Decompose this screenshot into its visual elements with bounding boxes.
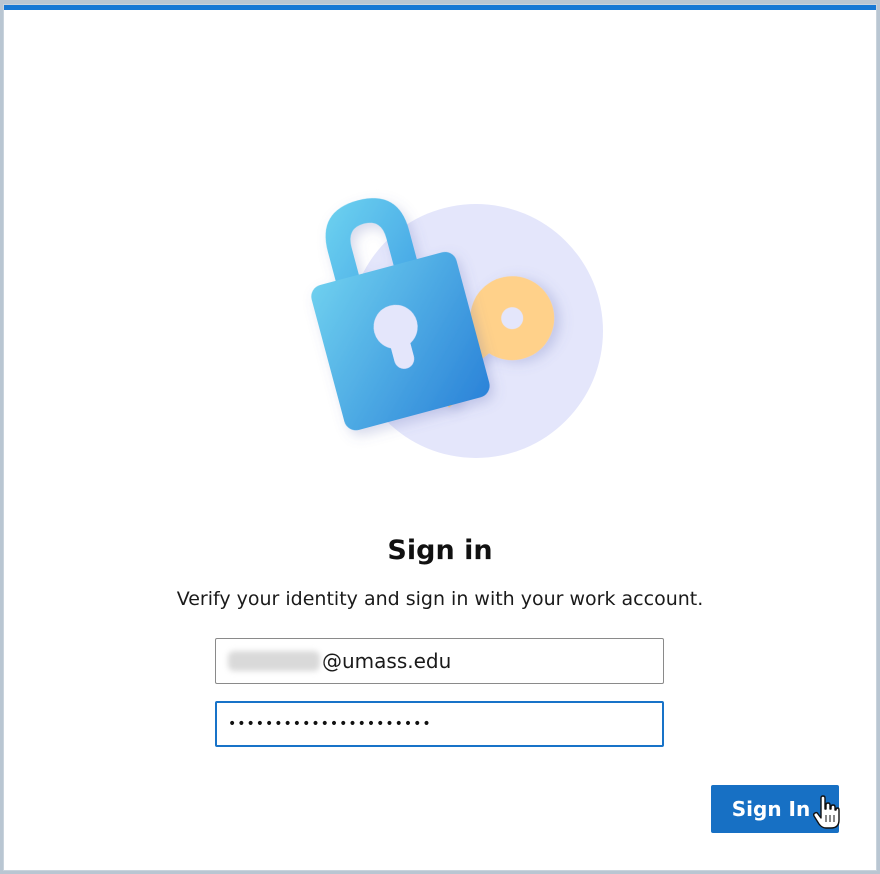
password-masked-value: ••••••••••••••••••••••	[228, 716, 432, 732]
lock-and-key-icon	[311, 198, 603, 458]
redacted-username	[228, 651, 320, 671]
sign-in-window: Sign in Verify your identity and sign in…	[4, 5, 876, 870]
page-subtitle: Verify your identity and sign in with yo…	[176, 588, 704, 610]
password-field[interactable]: ••••••••••••••••••••••	[215, 701, 664, 747]
email-domain-text: @umass.edu	[322, 649, 452, 673]
hand-cursor-icon	[812, 795, 840, 829]
page-title: Sign in	[387, 535, 493, 566]
email-field[interactable]: @umass.edu	[215, 638, 664, 684]
